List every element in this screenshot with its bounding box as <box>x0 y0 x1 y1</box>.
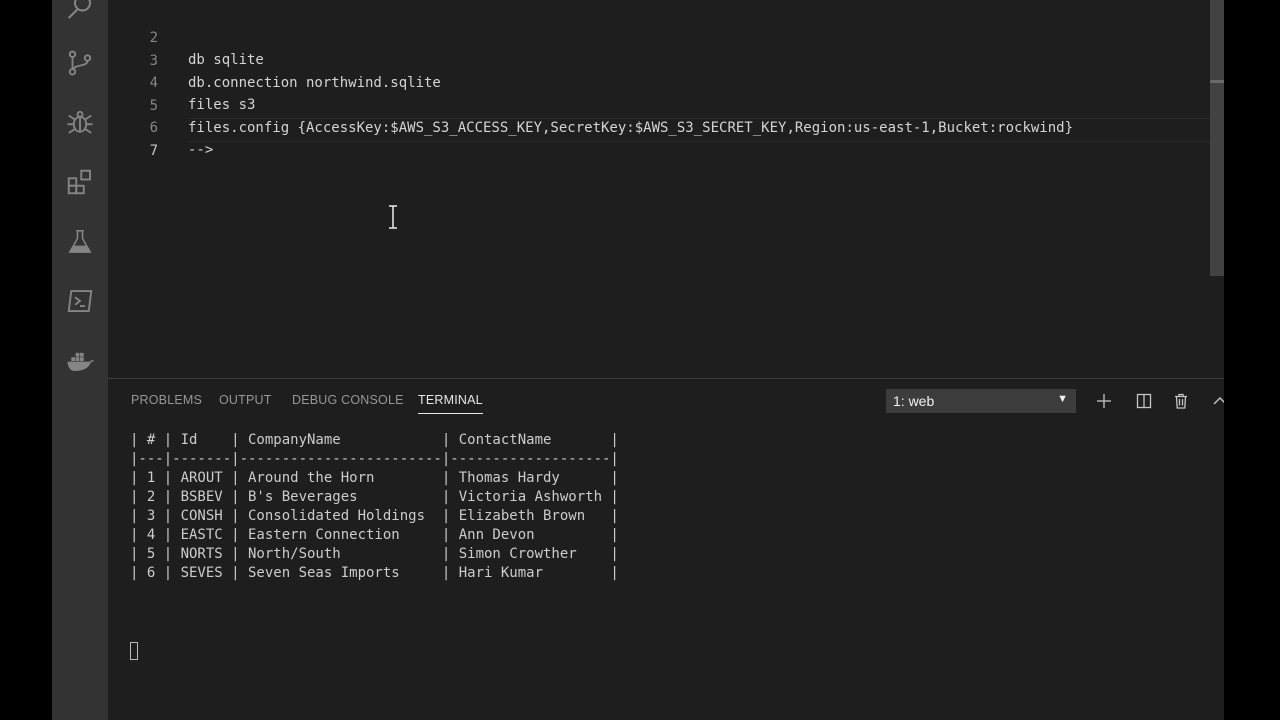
terminal-select[interactable]: 1: web ▼ <box>886 389 1076 413</box>
remote-explorer-icon[interactable] <box>52 281 108 321</box>
docker-icon[interactable] <box>52 341 108 381</box>
bottom-panel: PROBLEMS OUTPUT DEBUG CONSOLE TERMINAL 1… <box>108 378 1224 720</box>
panel-tabs: PROBLEMS OUTPUT DEBUG CONSOLE TERMINAL <box>108 379 808 423</box>
add-icon[interactable] <box>1094 391 1114 411</box>
code-line: 3 db.connection northwind.sqlite <box>108 28 1208 91</box>
trash-icon[interactable] <box>1171 391 1191 411</box>
code-line: 6 --> <box>108 95 1208 158</box>
chevron-down-icon: ▼ <box>1057 393 1068 405</box>
split-icon[interactable] <box>1134 391 1154 411</box>
line-text: --> <box>188 142 214 158</box>
code-line: 4 files s3 <box>108 50 1208 113</box>
source-control-icon[interactable] <box>52 43 108 83</box>
debug-icon[interactable] <box>52 103 108 143</box>
terminal-line: | # | Id | CompanyName | ContactName | <box>130 432 619 448</box>
terminal-line: | 3 | CONSH | Consolidated Holdings | El… <box>130 508 619 524</box>
code-editor[interactable]: 2 db sqlite 3 db.connection northwind.sq… <box>108 0 1224 378</box>
extensions-icon[interactable] <box>52 162 108 202</box>
code-line: 5 files.config {AccessKey:$AWS_S3_ACCESS… <box>108 73 1208 136</box>
editor-scrollbar[interactable] <box>1210 0 1224 276</box>
test-flask-icon[interactable] <box>52 222 108 262</box>
terminal-output[interactable]: | # | Id | CompanyName | ContactName | |… <box>130 431 1210 711</box>
terminal-line: | 6 | SEVES | Seven Seas Imports | Hari … <box>130 565 619 581</box>
text-cursor-icon <box>386 205 400 229</box>
terminal-line: |---|-------|------------------------|--… <box>130 451 619 467</box>
tab-terminal[interactable]: TERMINAL <box>418 393 483 414</box>
terminal-line: | 5 | NORTS | North/South | Simon Crowth… <box>130 546 619 562</box>
code-line: 7 <box>108 118 1208 159</box>
search-icon[interactable] <box>52 0 108 28</box>
line-number: 7 <box>149 143 158 159</box>
tab-output[interactable]: OUTPUT <box>219 393 272 407</box>
code-line: 2 db sqlite <box>108 5 1208 68</box>
activity-bar <box>52 0 108 720</box>
tab-problems[interactable]: PROBLEMS <box>131 393 202 407</box>
scroll-marker <box>1210 80 1224 83</box>
tab-debug-console[interactable]: DEBUG CONSOLE <box>292 393 404 407</box>
terminal-line: | 2 | BSBEV | B's Beverages | Victoria A… <box>130 489 619 505</box>
vscode-window: 2 db sqlite 3 db.connection northwind.sq… <box>52 0 1224 720</box>
chevron-up-icon[interactable] <box>1210 391 1224 411</box>
terminal-cursor <box>130 642 138 660</box>
terminal-line: | 1 | AROUT | Around the Horn | Thomas H… <box>130 470 619 486</box>
terminal-line: | 4 | EASTC | Eastern Connection | Ann D… <box>130 527 619 543</box>
terminal-select-value: 1: web <box>893 393 935 409</box>
